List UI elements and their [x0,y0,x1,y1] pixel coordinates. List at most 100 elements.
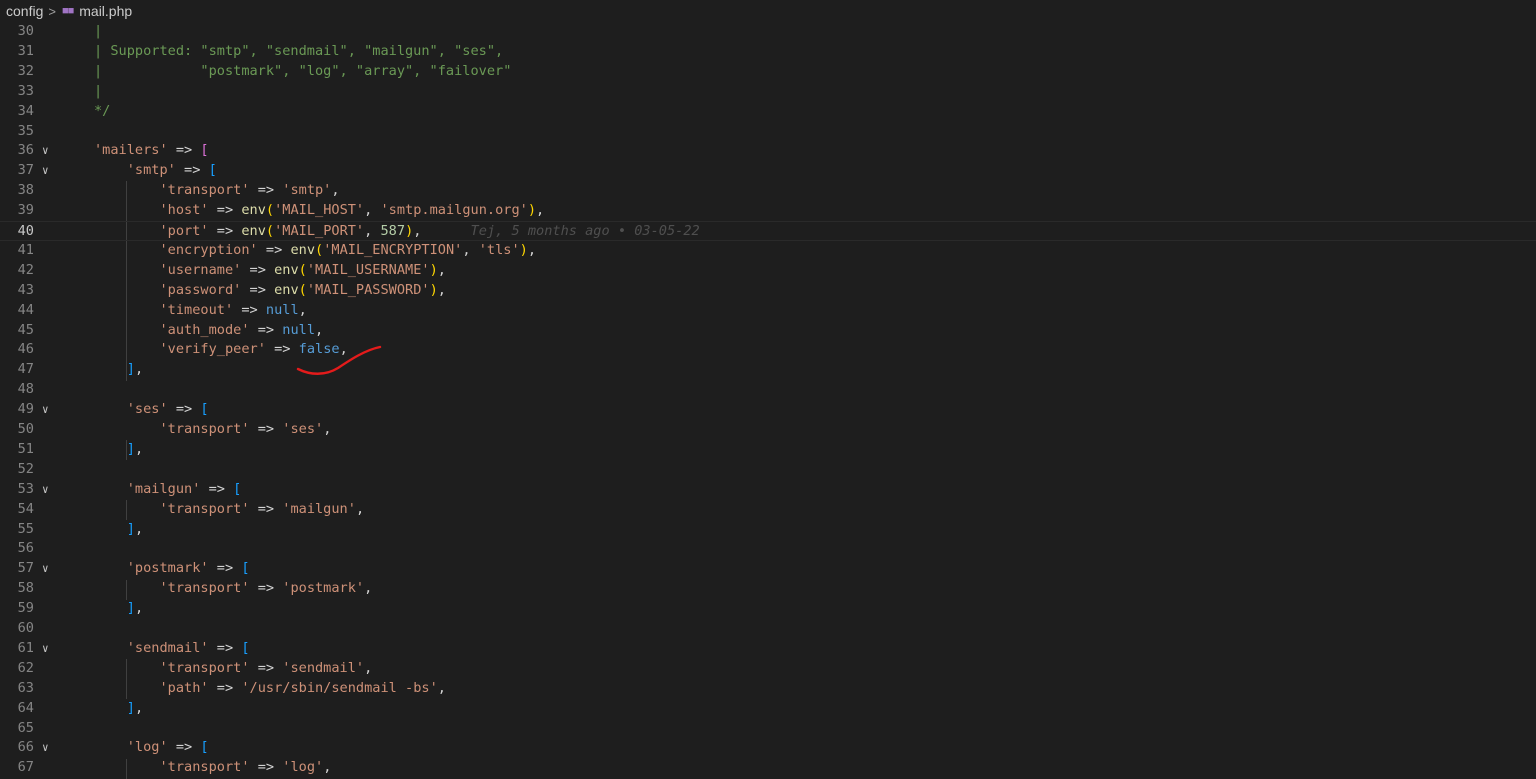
code-token: */ [94,102,111,119]
code-token: null [265,301,299,318]
code-line[interactable]: 63 'path' => '/usr/sbin/sendmail -bs', [0,679,1536,699]
fold-chevron-icon[interactable]: ∨ [42,559,56,579]
code-token: 'transport' [159,182,250,199]
code-line[interactable]: 66 ∨ 'log' => [ [0,738,1536,758]
code-line[interactable]: 60 [0,619,1536,639]
code-line[interactable]: 40 'port' => env('MAIL_PORT', 587), Tej,… [0,221,1536,241]
code-line[interactable]: 38 'transport' => 'smtp', [0,181,1536,201]
code-line[interactable]: 45 'auth_mode' => null, [0,321,1536,341]
chevron-right-icon: > [48,3,56,19]
code-line[interactable]: 46 'verify_peer' => false, [0,340,1536,360]
fold-chevron-icon[interactable]: ∨ [42,738,56,758]
code-token: , [134,440,144,457]
fold-chevron-icon[interactable]: ∨ [42,639,56,659]
code-token: | Supported: "smtp", "sendmail", "mailgu… [94,42,504,59]
code-token: , [134,361,144,378]
code-line[interactable]: 47 ], [0,360,1536,380]
code-token: => [241,261,275,278]
line-number: 51 [17,440,34,457]
code-line[interactable]: 50 'transport' => 'ses', [0,420,1536,440]
code-line[interactable]: 51 ], [0,440,1536,460]
code-line[interactable]: 64 ], [0,699,1536,719]
breadcrumb-file[interactable]: mail.php [79,3,132,19]
code-token: 'transport' [159,659,250,676]
code-token: => [241,281,275,298]
code-line[interactable]: 57 ∨ 'postmark' => [ [0,559,1536,579]
code-token: 'postmark' [126,560,209,577]
code-token: ( [298,281,307,298]
line-number: 66 [17,739,34,756]
code-token: env [274,281,299,298]
code-line[interactable]: 39 'host' => env('MAIL_HOST', 'smtp.mail… [0,201,1536,221]
code-line[interactable]: 42 'username' => env('MAIL_USERNAME'), [0,261,1536,281]
code-line[interactable]: 67 'transport' => 'log', [0,758,1536,778]
code-line[interactable]: 49 ∨ 'ses' => [ [0,400,1536,420]
code-line[interactable]: 65 [0,719,1536,739]
line-number: 55 [17,520,34,537]
code-text: ], [94,699,143,719]
code-token: => [249,500,283,517]
line-number: 45 [17,321,34,338]
code-token: env [241,202,266,219]
code-line[interactable]: 43 'password' => env('MAIL_PASSWORD'), [0,281,1536,301]
code-token: => [167,142,201,159]
code-line[interactable]: 44 'timeout' => null, [0,301,1536,321]
code-token: ] [126,600,135,617]
code-line[interactable]: 54 'transport' => 'mailgun', [0,500,1536,520]
code-line[interactable]: 34 */ [0,102,1536,122]
code-line[interactable]: 30 | [0,22,1536,42]
code-line[interactable]: 59 ], [0,599,1536,619]
code-token: 'MAIL_PORT' [274,223,365,239]
code-token: => [208,202,242,219]
code-line[interactable]: 53 ∨ 'mailgun' => [ [0,480,1536,500]
code-line[interactable]: 48 [0,380,1536,400]
code-token: , [462,241,479,258]
code-token: , [315,321,324,338]
code-token: 'transport' [159,500,250,517]
code-token: [ [241,560,250,577]
code-token: => [249,182,283,199]
fold-chevron-icon[interactable]: ∨ [42,480,56,500]
fold-chevron-icon[interactable]: ∨ [42,161,56,181]
code-editor[interactable]: 30 | 31 | Supported: "smtp", "sendmail", "m… [0,22,1536,779]
line-number: 67 [17,759,34,776]
code-text: 'postmark' => [ [94,559,250,579]
code-token: => [175,162,209,179]
breadcrumb-folder[interactable]: config [6,3,43,19]
code-text: 'encryption' => env('MAIL_ENCRYPTION', '… [94,241,536,261]
code-token: 'path' [159,679,209,696]
line-number: 60 [17,620,34,636]
code-text: */ [94,102,110,122]
code-line[interactable]: 33 | [0,82,1536,102]
code-line[interactable]: 58 'transport' => 'postmark', [0,579,1536,599]
line-number: 34 [17,102,34,119]
code-line[interactable]: 31 | Supported: "smtp", "sendmail", "mail… [0,42,1536,62]
code-text: ], [94,599,143,619]
code-line[interactable]: 56 [0,539,1536,559]
fold-chevron-icon[interactable]: ∨ [42,141,56,161]
line-number: 38 [17,182,34,199]
code-line[interactable]: 55 ], [0,520,1536,540]
fold-chevron-icon[interactable]: ∨ [42,400,56,420]
red-underline-annotation [296,345,382,375]
code-line[interactable]: 36 ∨ 'mailers' => [ [0,141,1536,161]
code-text: ], [94,520,143,540]
code-line[interactable]: 37 ∨ 'smtp' => [ [0,161,1536,181]
line-number: 33 [17,82,34,99]
code-line[interactable]: 41 'encryption' => env('MAIL_ENCRYPTION'… [0,241,1536,261]
code-line[interactable]: 62 'transport' => 'sendmail', [0,659,1536,679]
code-token: , [134,600,144,617]
code-line[interactable]: 61 ∨ 'sendmail' => [ [0,639,1536,659]
code-line[interactable]: 52 [0,460,1536,480]
code-line[interactable]: 32 | "postmark", "log", "array", "failove… [0,62,1536,82]
code-line[interactable]: 35 [0,122,1536,142]
